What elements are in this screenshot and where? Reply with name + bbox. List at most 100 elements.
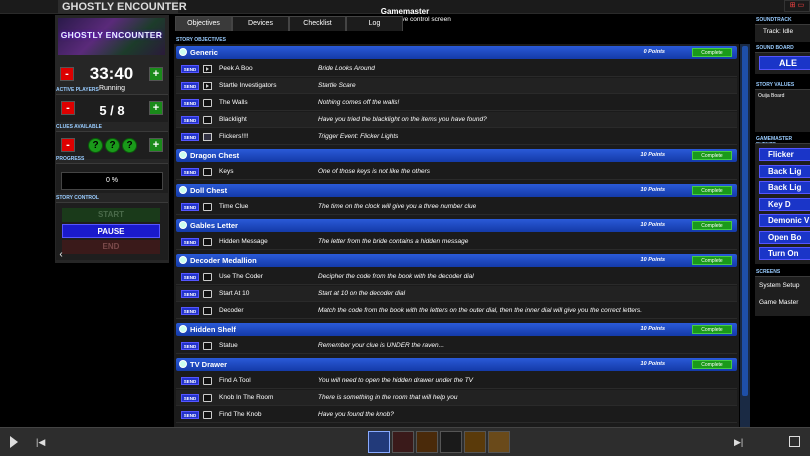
objective-name: Hidden Message	[219, 238, 268, 245]
objective-name: Statue	[219, 342, 238, 349]
objectives-scroll-thumb[interactable]	[742, 46, 748, 396]
objective-row: SEND Flickers!!!! Trigger Event: Flicker L…	[176, 129, 737, 145]
group-name: Dragon Chest	[190, 151, 240, 160]
send-button[interactable]: SEND	[181, 342, 199, 350]
image-icon	[203, 133, 212, 141]
send-button[interactable]: SEND	[181, 273, 199, 281]
gm-event-button[interactable]: Flicker	[759, 148, 810, 161]
tab-checklist[interactable]: Checklist	[289, 16, 346, 31]
tab-log[interactable]: Log	[346, 16, 403, 31]
collapse-chevron-icon[interactable]: ‹	[55, 249, 67, 261]
screen-game-master[interactable]: Game Master	[759, 299, 798, 306]
send-button[interactable]: SEND	[181, 65, 199, 73]
group-name: Decoder Medallion	[190, 256, 257, 265]
objective-name: Knob In The Room	[219, 394, 274, 401]
end-button[interactable]: END	[62, 240, 160, 254]
objective-group-header[interactable]: Gables Letter 10 Points Complete	[176, 219, 737, 232]
send-button[interactable]: SEND	[181, 99, 199, 107]
next-icon[interactable]: ▶|	[734, 437, 743, 448]
tab-devices[interactable]: Devices	[232, 16, 289, 31]
send-button[interactable]: SEND	[181, 307, 199, 315]
send-button[interactable]: SEND	[181, 82, 199, 90]
tab-objectives[interactable]: Objectives	[175, 16, 232, 31]
send-button[interactable]: SEND	[181, 290, 199, 298]
objective-description: Match the code from the book with the le…	[318, 307, 643, 314]
objective-group-header[interactable]: Generic 0 Points Complete	[176, 46, 737, 59]
play-icon[interactable]	[10, 436, 18, 448]
objectives-label: STORY OBJECTIVES	[176, 37, 226, 43]
objective-row: SEND Keys One of those keys is not like th…	[176, 164, 737, 180]
clues-minus-button[interactable]: -	[61, 138, 75, 152]
send-button[interactable]: SEND	[181, 168, 199, 176]
complete-button[interactable]: Complete	[692, 256, 732, 265]
objective-name: Decoder	[219, 307, 244, 314]
objective-group-header[interactable]: Doll Chest 10 Points Complete	[176, 184, 737, 197]
complete-button[interactable]: Complete	[692, 360, 732, 369]
send-button[interactable]: SEND	[181, 203, 199, 211]
send-button[interactable]: SEND	[181, 116, 199, 124]
gm-event-button[interactable]: Demonic V	[759, 214, 810, 227]
group-name: Hidden Shelf	[190, 325, 236, 334]
message-icon	[203, 377, 212, 385]
group-gear-icon	[179, 325, 187, 333]
message-icon	[203, 411, 212, 419]
thumbnail[interactable]	[416, 431, 438, 453]
objective-group-header[interactable]: Dragon Chest 10 Points Complete	[176, 149, 737, 162]
clues-plus-button[interactable]: +	[149, 138, 163, 152]
send-button[interactable]: SEND	[181, 377, 199, 385]
clues-label: CLUES AVAILABLE	[56, 124, 103, 130]
objective-name: Use The Coder	[219, 273, 263, 280]
objective-description: Bride Looks Around	[318, 65, 375, 72]
clues-box: - ? ? ? +	[56, 131, 168, 159]
complete-button[interactable]: Complete	[692, 325, 732, 334]
gm-event-button[interactable]: Turn On	[759, 247, 810, 260]
objective-row: SEND Find The Knob Have you found the knob…	[176, 407, 737, 423]
objective-description: You will need to open the hidden drawer …	[318, 377, 474, 384]
send-button[interactable]: SEND	[181, 133, 199, 141]
group-name: Generic	[190, 48, 218, 57]
timer-plus-button[interactable]: +	[149, 67, 163, 81]
thumbnail[interactable]	[464, 431, 486, 453]
soundtrack-status: Track: Idle	[763, 28, 794, 35]
objective-row: SEND Knob In The Room There is something i…	[176, 390, 737, 406]
send-button[interactable]: SEND	[181, 411, 199, 419]
thumbnail[interactable]	[368, 431, 390, 453]
objectives-list: Generic 0 Points Complete SEND Peek A Boo Bri…	[174, 44, 739, 427]
start-button[interactable]: START	[62, 208, 160, 222]
pause-button[interactable]: PAUSE	[62, 224, 160, 238]
objective-name: Flickers!!!!	[219, 133, 249, 140]
screen-system-setup[interactable]: System Setup	[759, 282, 799, 289]
players-plus-button[interactable]: +	[149, 101, 163, 115]
gm-event-button[interactable]: Back Lig	[759, 181, 810, 194]
complete-button[interactable]: Complete	[692, 186, 732, 195]
objective-group-header[interactable]: Hidden Shelf 10 Points Complete	[176, 323, 737, 336]
group-gear-icon	[179, 256, 187, 264]
thumbnail[interactable]	[440, 431, 462, 453]
objective-name: The Walls	[219, 99, 248, 106]
complete-button[interactable]: Complete	[692, 151, 732, 160]
objective-row: SEND Peek A Boo Bride Looks Around	[176, 61, 737, 77]
fullscreen-icon[interactable]	[789, 436, 800, 447]
gm-event-button[interactable]: Open Bo	[759, 230, 810, 244]
thumbnail[interactable]	[392, 431, 414, 453]
gm-event-button[interactable]: Key D	[759, 197, 810, 211]
media-play-icon	[203, 82, 212, 90]
thumbnail[interactable]	[488, 431, 510, 453]
send-button[interactable]: SEND	[181, 394, 199, 402]
objective-group-header[interactable]: Decoder Medallion 10 Points Complete	[176, 254, 737, 267]
complete-button[interactable]: Complete	[692, 48, 732, 57]
sound-board-label: SOUND BOARD	[756, 45, 794, 51]
previous-icon[interactable]: |◀	[36, 437, 45, 448]
gm-event-button[interactable]: Back Lig	[759, 164, 810, 178]
objective-group-header[interactable]: TV Drawer 10 Points Complete	[176, 358, 737, 371]
group-points: 10 Points	[640, 152, 665, 158]
send-button[interactable]: SEND	[181, 238, 199, 246]
screens-label: SCREENS	[756, 269, 781, 275]
objective-name: Blacklight	[219, 116, 247, 123]
story-values-box: Ouija Board	[755, 89, 810, 132]
group-points: 10 Points	[640, 361, 665, 367]
complete-button[interactable]: Complete	[692, 221, 732, 230]
screens-box: System Setup Game Master	[755, 276, 810, 316]
alert-sound-button[interactable]: ALE	[759, 56, 810, 70]
story-control-label: STORY CONTROL	[56, 195, 99, 201]
